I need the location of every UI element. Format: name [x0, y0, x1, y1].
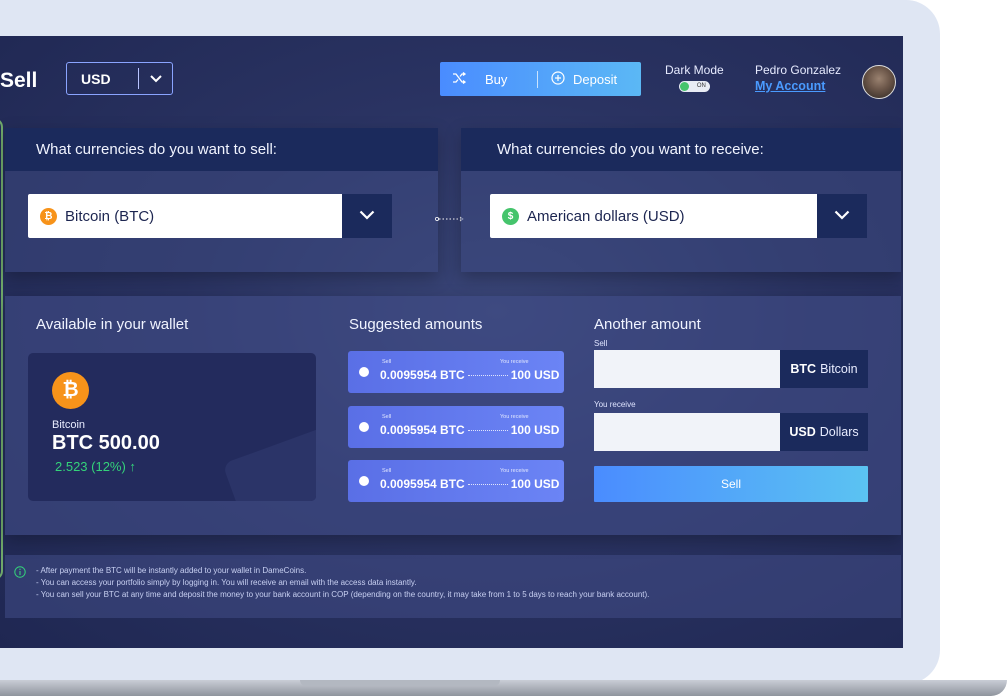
currency-select[interactable]: USD [66, 62, 173, 95]
receive-amount: 100 USD [510, 368, 560, 382]
chevron-down-icon [834, 207, 850, 225]
wallet-coin-name: Bitcoin [52, 419, 86, 431]
radio-button[interactable] [359, 367, 369, 377]
shuffle-icon [452, 71, 467, 87]
card-decoration [222, 409, 316, 501]
receive-label: You receive [500, 414, 529, 420]
wallet-change: 2.523 (12%) ↑ [55, 459, 136, 474]
receive-unit: USD Dollars [780, 413, 868, 451]
currency-select-value: USD [81, 70, 111, 87]
sell-unit-name: Bitcoin [820, 362, 858, 376]
toggle-state: ON [696, 83, 706, 89]
suggested-option[interactable]: Sell You receive 0.0095954 BTC 100 USD [348, 351, 564, 393]
dollar-icon: $ [502, 207, 519, 225]
deposit-label: Deposit [573, 71, 618, 87]
my-account-link[interactable]: My Account [755, 79, 841, 93]
sell-amount-input[interactable] [594, 350, 780, 388]
sell-label: Sell [382, 414, 392, 420]
connector-dots [467, 483, 508, 485]
suggested-option[interactable]: Sell You receive 0.0095954 BTC 100 USD [348, 406, 564, 448]
receive-label: You receive [500, 359, 529, 365]
sell-amount: 0.0095954 BTC [380, 368, 465, 382]
receive-currency-select[interactable]: $ American dollars (USD) [490, 194, 867, 238]
dark-mode-toggle[interactable]: ON [678, 81, 710, 92]
receive-amount: 100 USD [510, 423, 560, 437]
connector-dots [467, 374, 508, 376]
sell-currency-select[interactable]: ₿ Bitcoin (BTC) [28, 194, 392, 238]
sell-amount-field: BTC Bitcoin [594, 350, 868, 388]
amount-panel: Available in your wallet ₿ Bitcoin BTC 5… [5, 296, 901, 535]
info-line: - After payment the BTC will be instantl… [36, 566, 307, 575]
receive-label: You receive [500, 468, 529, 474]
app-screen: Sell USD Buy Deposit Dark Mode ON Pedro … [0, 36, 903, 648]
chevron-down-icon [359, 207, 375, 225]
sell-dropdown-button[interactable] [342, 194, 392, 238]
wallet-card: ₿ Bitcoin BTC 500.00 2.523 (12%) ↑ [28, 353, 316, 501]
bitcoin-icon: ₿ [40, 207, 57, 225]
receive-dropdown-button[interactable] [817, 194, 867, 238]
sell-amount: 0.0095954 BTC [380, 477, 465, 491]
buy-button[interactable]: Buy [440, 71, 537, 87]
receive-unit-code: USD [789, 425, 816, 439]
info-text: - After payment the BTC will be instantl… [36, 565, 649, 601]
sell-currency-value: Bitcoin (BTC) [65, 207, 155, 225]
receive-field-label: You receive [594, 400, 636, 409]
dark-mode-control: Dark Mode ON [665, 63, 724, 92]
laptop-base [0, 680, 1007, 696]
receive-currency-panel: What currencies do you want to receive: … [461, 128, 901, 272]
radio-button[interactable] [359, 476, 369, 486]
chevron-down-icon [139, 74, 172, 83]
sell-label: Sell [382, 359, 392, 365]
dark-mode-label: Dark Mode [665, 63, 724, 77]
receive-unit-name: Dollars [819, 425, 859, 439]
sell-currency-panel: What currencies do you want to sell: ₿ B… [5, 128, 438, 272]
sell-unit-code: BTC [790, 362, 817, 376]
receive-currency-value: American dollars (USD) [527, 207, 685, 225]
user-info: Pedro Gonzalez My Account [755, 63, 841, 93]
wallet-title: Available in your wallet [36, 316, 189, 333]
side-panel-edge [0, 118, 3, 580]
avatar[interactable] [862, 65, 896, 99]
laptop-notch [300, 680, 500, 686]
deposit-button[interactable]: Deposit [538, 70, 618, 88]
another-amount-title: Another amount [594, 316, 701, 333]
buy-label: Buy [485, 71, 508, 87]
sell-unit: BTC Bitcoin [780, 350, 868, 388]
connector-dots [467, 429, 508, 431]
radio-button[interactable] [359, 422, 369, 432]
info-icon [14, 565, 26, 583]
action-bar: Buy Deposit [440, 62, 641, 96]
sell-question: What currencies do you want to sell: [5, 128, 438, 171]
wallet-balance: BTC 500.00 [52, 432, 160, 454]
toggle-knob [679, 82, 689, 91]
receive-amount-input[interactable] [594, 413, 780, 451]
receive-amount: 100 USD [510, 477, 560, 491]
sell-amount: 0.0095954 BTC [380, 423, 465, 437]
suggested-title: Suggested amounts [349, 316, 483, 333]
suggested-option[interactable]: Sell You receive 0.0095954 BTC 100 USD [348, 460, 564, 502]
receive-amount-field: USD Dollars [594, 413, 868, 451]
receive-question: What currencies do you want to receive: [461, 128, 901, 171]
user-name: Pedro Gonzalez [755, 63, 842, 77]
info-line: - You can sell your BTC at any time and … [36, 590, 650, 599]
info-line: - You can access your portfolio simply b… [36, 578, 417, 587]
plus-circle-icon [551, 70, 565, 88]
page-title: Sell [0, 69, 38, 92]
info-panel: - After payment the BTC will be instantl… [5, 555, 901, 618]
sell-label: Sell [382, 468, 392, 474]
sell-button[interactable]: Sell [594, 466, 868, 502]
bitcoin-icon: ₿ [52, 372, 89, 409]
sell-field-label: Sell [594, 339, 608, 348]
